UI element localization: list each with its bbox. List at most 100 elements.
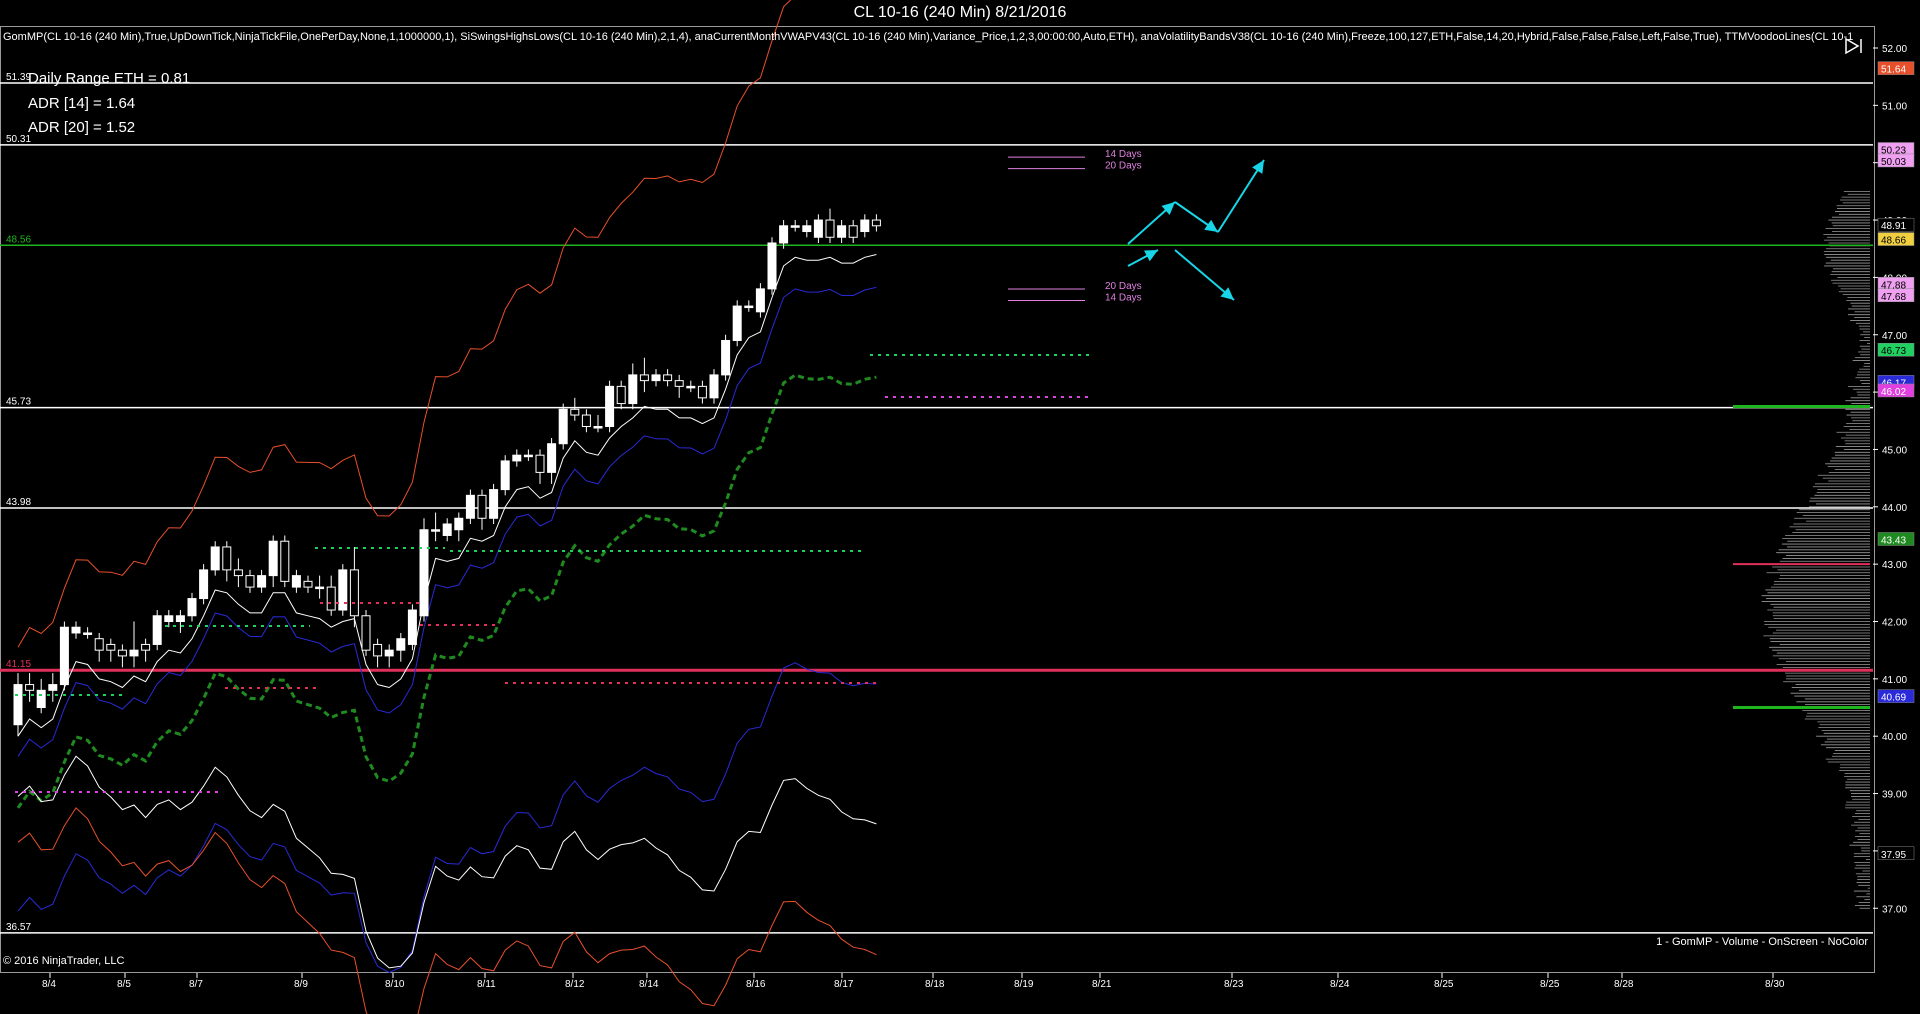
candle-body[interactable] — [722, 340, 730, 374]
candle-body[interactable] — [803, 226, 811, 232]
candle-body[interactable] — [524, 455, 532, 457]
candle-body[interactable] — [768, 243, 776, 289]
candle-body[interactable] — [548, 444, 556, 473]
candle-body[interactable] — [652, 375, 660, 381]
candle-body[interactable] — [733, 306, 741, 340]
candle-body[interactable] — [640, 375, 648, 381]
candle-body[interactable] — [142, 644, 150, 650]
x-tick-label: 8/16 — [746, 979, 766, 990]
candle-body[interactable] — [478, 495, 486, 518]
candle-body[interactable] — [211, 547, 219, 570]
x-tick-label: 8/25 — [1540, 979, 1560, 990]
candle-body[interactable] — [165, 616, 173, 622]
candle-body[interactable] — [258, 576, 266, 587]
candle-body[interactable] — [385, 650, 393, 656]
price-tag-label: 40.69 — [1881, 693, 1906, 704]
candle-body[interactable] — [559, 409, 567, 443]
vwap-line — [18, 255, 876, 737]
candle-body[interactable] — [130, 650, 138, 656]
adr-projection-label: 20 Days — [1105, 281, 1142, 292]
candle-body[interactable] — [49, 685, 57, 691]
candle-body[interactable] — [756, 289, 764, 312]
x-tick-label: 8/19 — [1014, 979, 1034, 990]
candle-body[interactable] — [200, 570, 208, 599]
candle-body[interactable] — [292, 576, 300, 587]
candle-body[interactable] — [710, 375, 718, 398]
copyright-text: © 2016 NinjaTrader, LLC — [3, 955, 124, 967]
candle-body[interactable] — [513, 455, 521, 461]
candle-body[interactable] — [420, 530, 428, 616]
candle-body[interactable] — [536, 455, 544, 472]
price-tag-label: 43.43 — [1881, 535, 1906, 546]
x-tick-label: 8/23 — [1224, 979, 1244, 990]
candle-body[interactable] — [246, 576, 254, 587]
price-tag-label: 37.95 — [1881, 850, 1906, 861]
candle-body[interactable] — [281, 541, 289, 581]
candle-body[interactable] — [814, 220, 822, 237]
candle-body[interactable] — [316, 587, 324, 589]
candle-body[interactable] — [107, 644, 115, 650]
price-tag-label: 48.91 — [1881, 221, 1906, 232]
candle-body[interactable] — [664, 375, 672, 381]
candle-body[interactable] — [176, 616, 184, 622]
x-tick-label: 8/18 — [925, 979, 945, 990]
candle-body[interactable] — [269, 541, 277, 575]
candle-body[interactable] — [153, 616, 161, 645]
chart-canvas[interactable]: 51.3950.3148.5645.7343.9841.1536.5752.00… — [0, 0, 1920, 1014]
y-tick-label: 51.00 — [1882, 101, 1907, 112]
y-tick-label: 41.00 — [1882, 675, 1907, 686]
projection-arrow-down-head — [1204, 220, 1218, 232]
y-tick-label: 52.00 — [1882, 44, 1907, 55]
candle-body[interactable] — [26, 685, 34, 691]
candle-body[interactable] — [466, 495, 474, 518]
candle-body[interactable] — [791, 226, 799, 228]
candle-body[interactable] — [594, 427, 602, 429]
candle-body[interactable] — [687, 386, 695, 388]
candle-body[interactable] — [72, 627, 80, 633]
x-tick-label: 8/10 — [385, 979, 405, 990]
candle-body[interactable] — [339, 570, 347, 610]
candle-body[interactable] — [501, 461, 509, 490]
candle-body[interactable] — [84, 633, 92, 635]
candle-body[interactable] — [698, 386, 706, 397]
candle-body[interactable] — [397, 639, 405, 650]
candle-body[interactable] — [188, 599, 196, 616]
candle-body[interactable] — [95, 639, 103, 650]
candle-body[interactable] — [629, 375, 637, 404]
candle-body[interactable] — [14, 685, 22, 725]
candle-body[interactable] — [780, 226, 788, 243]
candle-body[interactable] — [826, 220, 834, 237]
candle-body[interactable] — [443, 524, 451, 535]
candle-body[interactable] — [408, 610, 416, 644]
candle-body[interactable] — [490, 490, 498, 519]
candle-body[interactable] — [118, 650, 126, 656]
x-tick-label: 8/4 — [42, 979, 56, 990]
candle-body[interactable] — [327, 587, 335, 610]
candle-body[interactable] — [582, 415, 590, 426]
projection-arrow-up-2 — [1218, 160, 1264, 232]
candle-body[interactable] — [872, 220, 880, 226]
candle-body[interactable] — [37, 690, 45, 707]
daily-range-stat: Daily Range ETH = 0.81 — [28, 70, 190, 87]
candle-body[interactable] — [304, 581, 312, 587]
candle-body[interactable] — [234, 570, 242, 576]
candle-body[interactable] — [675, 381, 683, 387]
candle-body[interactable] — [432, 530, 440, 532]
x-tick-label: 8/21 — [1092, 979, 1112, 990]
candle-body[interactable] — [362, 616, 370, 650]
candle-body[interactable] — [606, 386, 614, 426]
candle-body[interactable] — [617, 386, 625, 403]
candle-body[interactable] — [350, 570, 358, 616]
adr14-stat: ADR [14] = 1.64 — [28, 95, 135, 112]
candle-body[interactable] — [455, 518, 463, 529]
candle-body[interactable] — [60, 627, 68, 684]
candle-body[interactable] — [223, 547, 231, 570]
candle-body[interactable] — [571, 409, 579, 415]
candle-body[interactable] — [861, 220, 869, 231]
candle-body[interactable] — [745, 306, 753, 308]
play-forward-icon[interactable] — [1843, 36, 1865, 56]
candle-body[interactable] — [374, 644, 382, 655]
candle-body[interactable] — [849, 226, 857, 237]
candle-body[interactable] — [838, 226, 846, 237]
price-tag-label: 47.68 — [1881, 292, 1906, 303]
